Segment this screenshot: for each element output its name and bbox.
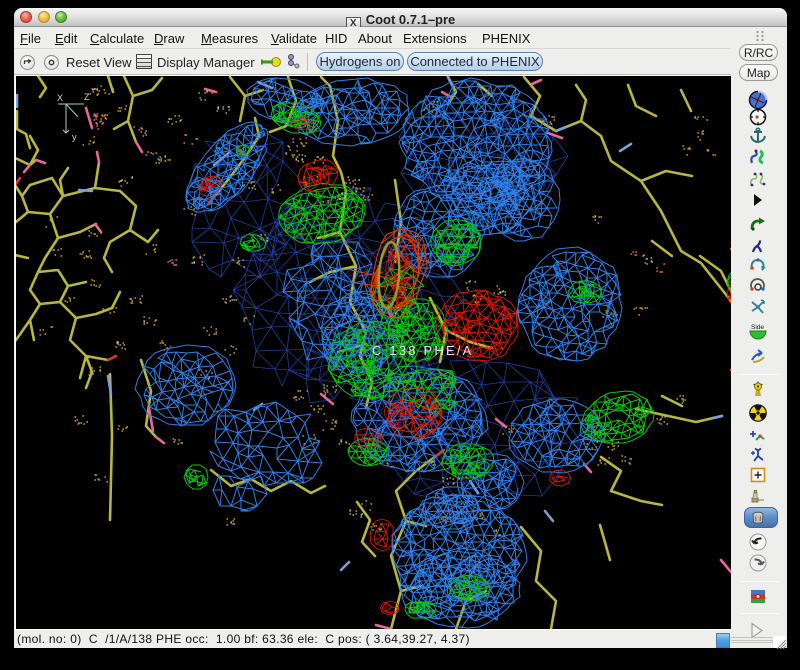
svg-text:X: X <box>57 93 63 103</box>
svg-text:Z: Z <box>84 92 90 102</box>
svg-text:Side: Side <box>751 324 764 331</box>
svg-text:C 138 PHE/A: C 138 PHE/A <box>372 343 474 358</box>
svg-text:y: y <box>72 132 77 142</box>
